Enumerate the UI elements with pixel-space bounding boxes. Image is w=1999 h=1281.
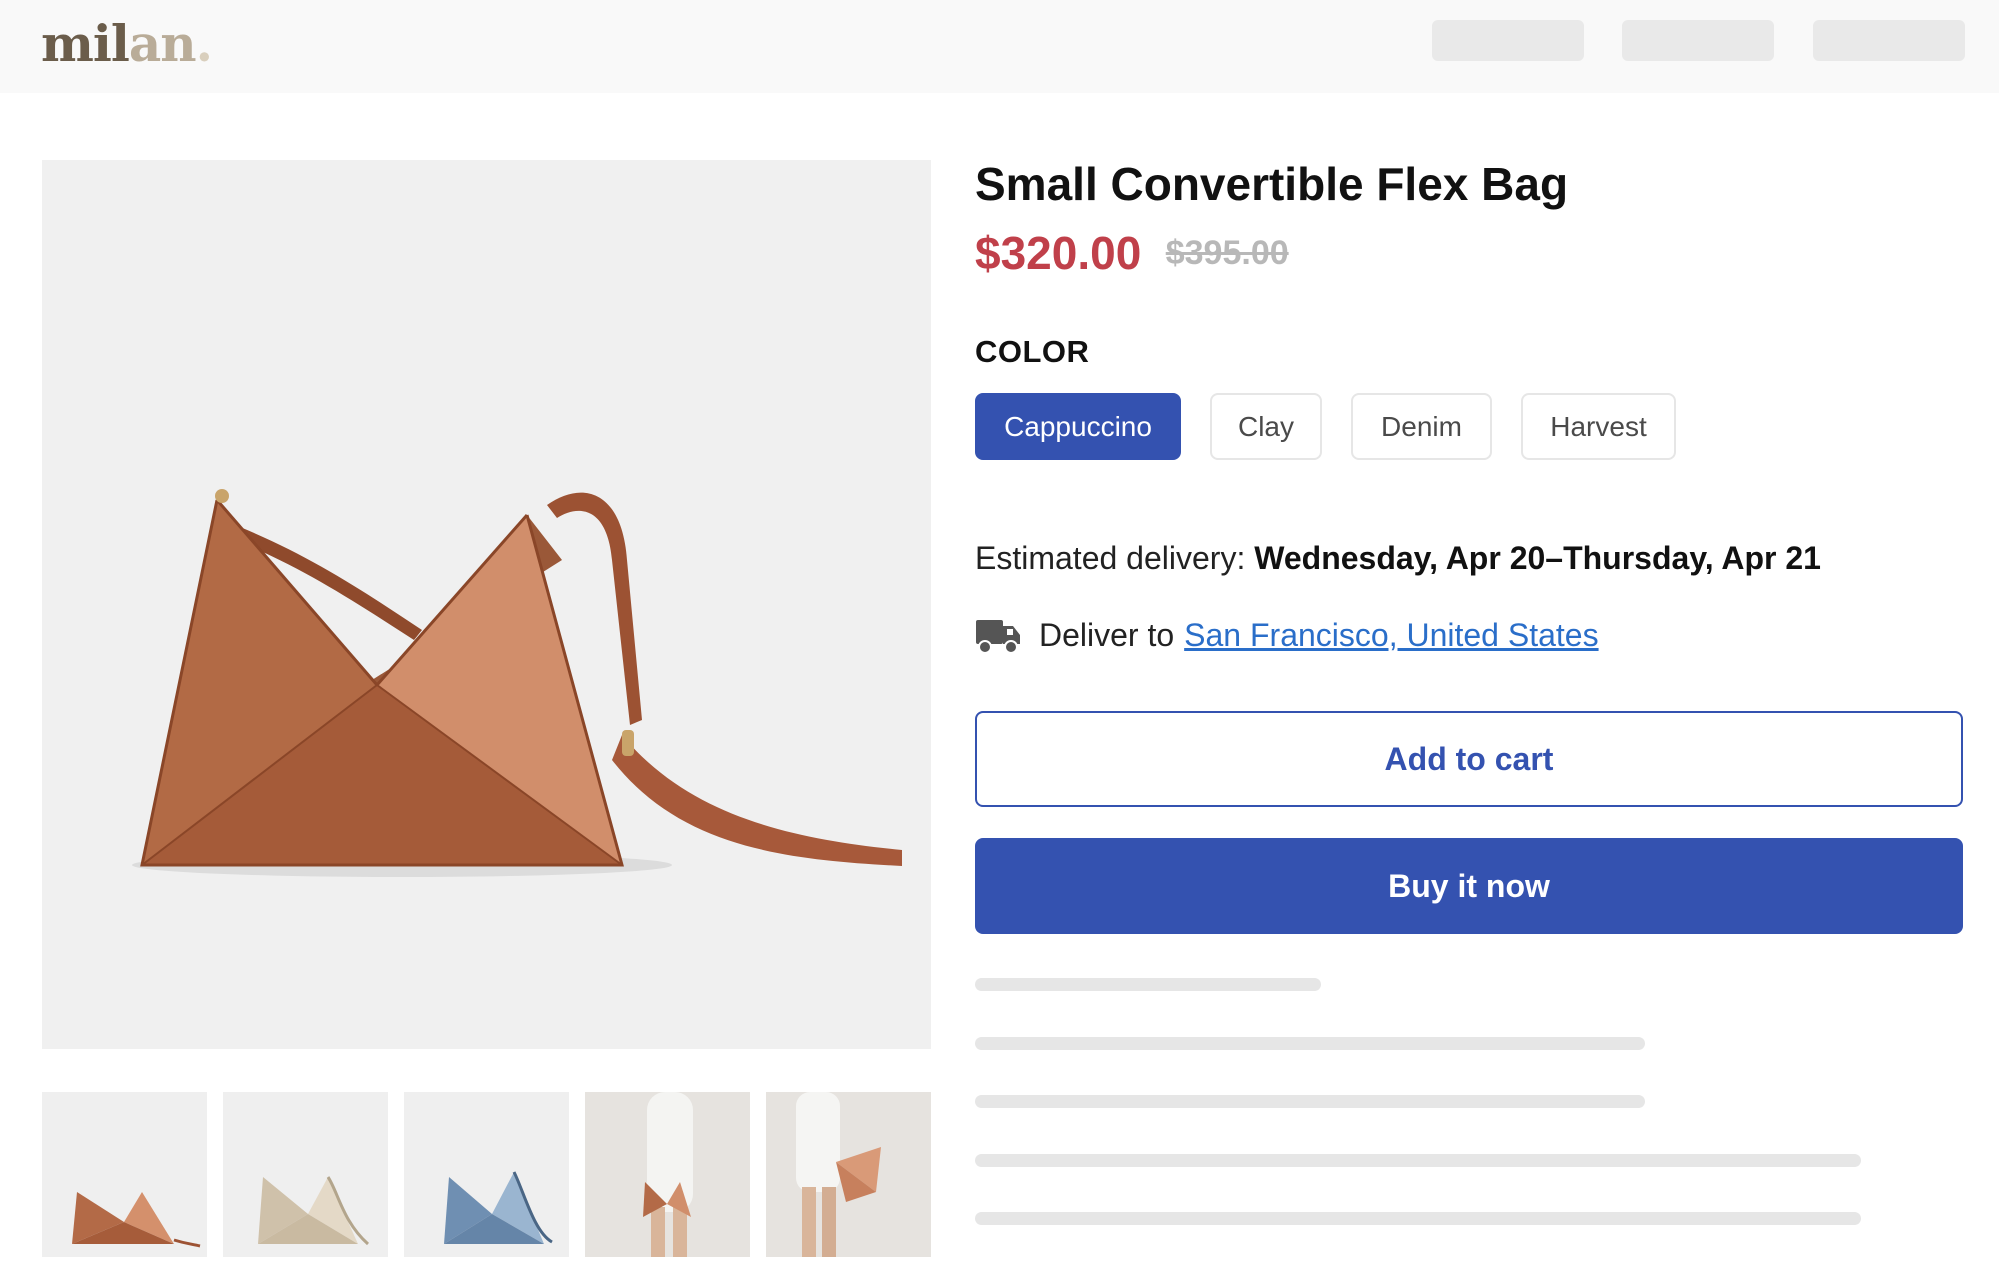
color-option-denim[interactable]: Denim xyxy=(1351,393,1492,460)
sale-price: $320.00 xyxy=(975,227,1142,279)
add-to-cart-button[interactable]: Add to cart xyxy=(975,711,1963,807)
delivery-location-link[interactable]: San Francisco, United States xyxy=(1184,617,1598,654)
original-price: $395.00 xyxy=(1165,233,1289,272)
nav-placeholder-3[interactable] xyxy=(1813,20,1965,61)
description-placeholder-1 xyxy=(975,978,1321,991)
thumbnail-model-shoulder[interactable] xyxy=(585,1092,750,1257)
top-bar: milan. xyxy=(0,0,1999,93)
description-placeholder-5 xyxy=(975,1212,1861,1225)
estimated-delivery-dates: Wednesday, Apr 20–Thursday, Apr 21 xyxy=(1254,540,1821,576)
color-label: COLOR xyxy=(975,334,1090,369)
deliver-to-row: Deliver to San Francisco, United States xyxy=(975,614,1599,656)
description-placeholder-2 xyxy=(975,1037,1645,1050)
thumbnail-cappuccino[interactable] xyxy=(42,1092,207,1257)
logo-part1: mil xyxy=(41,14,130,73)
main-product-image[interactable] xyxy=(42,160,931,1049)
color-option-clay[interactable]: Clay xyxy=(1210,393,1322,460)
thumb-bag-cappuccino-icon xyxy=(72,1192,201,1248)
thumb-model-hand-icon xyxy=(766,1092,931,1257)
thumbnail-clay[interactable] xyxy=(223,1092,388,1257)
logo-part2: an xyxy=(128,14,197,73)
product-title: Small Convertible Flex Bag xyxy=(975,158,1569,210)
description-placeholder-4 xyxy=(975,1154,1861,1167)
thumbnail-denim[interactable] xyxy=(404,1092,569,1257)
brand-logo[interactable]: milan. xyxy=(41,14,213,74)
nav-placeholder-1[interactable] xyxy=(1432,20,1584,61)
estimated-delivery: Estimated delivery: Wednesday, Apr 20–Th… xyxy=(975,540,1821,577)
thumbnail-model-hand[interactable] xyxy=(766,1092,931,1257)
truck-icon xyxy=(976,620,1020,654)
thumb-bag-clay-icon xyxy=(258,1176,369,1246)
description-placeholder-3 xyxy=(975,1095,1645,1108)
thumb-bag-denim-icon xyxy=(444,1171,553,1244)
thumb-model-shoulder-icon xyxy=(585,1092,750,1257)
estimated-delivery-label: Estimated delivery: xyxy=(975,540,1255,576)
color-option-cappuccino[interactable]: Cappuccino xyxy=(975,393,1181,460)
bag-illustration xyxy=(42,160,931,1049)
logo-dot: . xyxy=(195,14,213,73)
deliver-to-label: Deliver to xyxy=(1039,616,1175,653)
color-option-harvest[interactable]: Harvest xyxy=(1521,393,1676,460)
price-row: $320.00 $395.00 xyxy=(975,226,1289,280)
nav-placeholder-2[interactable] xyxy=(1622,20,1774,61)
buy-now-button[interactable]: Buy it now xyxy=(975,838,1963,934)
